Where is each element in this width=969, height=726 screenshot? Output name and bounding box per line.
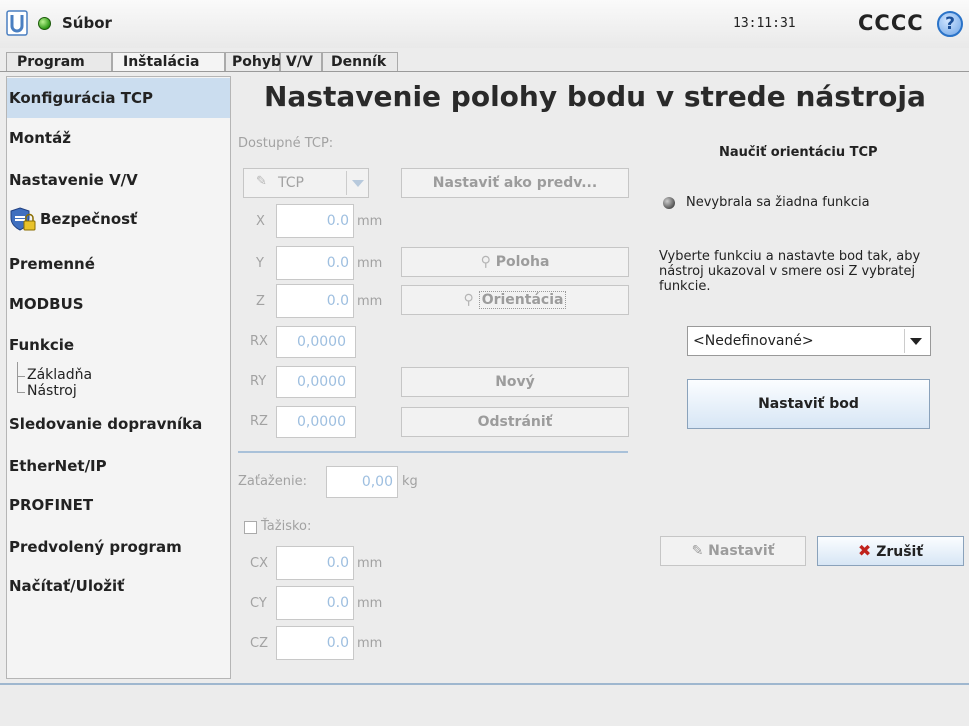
tcp-select-value: TCP <box>278 175 304 191</box>
tab-move[interactable]: Pohyb <box>225 52 281 72</box>
feature-select[interactable]: <Nedefinované> <box>687 326 931 356</box>
payload-field[interactable]: 0,00 <box>326 466 398 498</box>
cy-label: CY <box>250 596 267 611</box>
new-tcp-button[interactable]: Nový <box>401 367 629 397</box>
payload-unit: kg <box>402 474 418 489</box>
gripper-icon: ⚲ <box>480 254 491 270</box>
payload-label: Zaťaženie: <box>238 474 307 489</box>
page-title: Nastavenie polohy bodu v strede nástroja <box>264 80 926 113</box>
sidebar-item-variables[interactable]: Premenné <box>7 244 230 284</box>
x-unit: mm <box>357 214 383 229</box>
apply-button[interactable]: ✎ Nastaviť <box>660 536 806 566</box>
top-bar: Súbor 13:11:31 CCCC ? <box>0 0 969 48</box>
teach-status: Nevybrala sa žiadna funkcia <box>686 195 870 210</box>
tree-line <box>17 362 18 392</box>
pencil-icon: ✎ <box>256 174 267 189</box>
position-button[interactable]: ⚲ Poloha <box>401 247 629 277</box>
robot-status-icon[interactable] <box>38 17 51 30</box>
sidebar-item-io-setup[interactable]: Nastavenie V/V <box>7 160 230 200</box>
tcp-select[interactable]: ✎ TCP <box>243 168 369 198</box>
main-tabs: Program Inštalácia Pohyb V/V Denník <box>0 48 969 72</box>
orientation-button[interactable]: ⚲ Orientácia <box>401 285 629 315</box>
z-field[interactable]: 0.0 <box>276 284 354 318</box>
z-label: Z <box>256 294 265 309</box>
x-field[interactable]: 0.0 <box>276 204 354 238</box>
sidebar-item-profinet[interactable]: PROFINET <box>7 485 230 525</box>
teach-instructions: Vyberte funkciu a nastavte bod tak, aby … <box>659 249 921 294</box>
tcp-config-panel: Nastavenie polohy bodu v strede nástroja… <box>231 76 969 683</box>
tab-log[interactable]: Denník <box>322 52 398 72</box>
pencil-icon: ✎ <box>691 543 704 559</box>
tree-line <box>17 376 25 377</box>
apply-button-label: Nastaviť <box>708 543 775 559</box>
cy-unit: mm <box>357 596 383 611</box>
cog-checkbox[interactable] <box>244 521 257 534</box>
status-led-icon <box>663 197 675 209</box>
section-divider <box>238 451 628 453</box>
sidebar-item-features[interactable]: Funkcie <box>7 325 230 365</box>
remove-tcp-button[interactable]: Odstrániť <box>401 407 629 437</box>
rz-label: RZ <box>250 414 268 429</box>
dropdown-divider <box>904 329 905 353</box>
ry-field[interactable]: 0,0000 <box>276 366 356 398</box>
x-label: X <box>256 214 265 229</box>
y-label: Y <box>256 256 264 271</box>
sidebar-item-load-save[interactable]: Načítať/Uložiť <box>7 566 230 606</box>
robot-name: CCCC <box>858 11 924 35</box>
cx-label: CX <box>250 556 268 571</box>
cx-unit: mm <box>357 556 383 571</box>
clock: 13:11:31 <box>733 16 796 31</box>
set-point-button[interactable]: Nastaviť bod <box>687 379 930 429</box>
file-menu[interactable]: Súbor <box>62 14 112 32</box>
tabs-divider <box>0 71 969 72</box>
safety-shield-lock-icon <box>10 207 36 231</box>
orientation-button-label: Orientácia <box>478 291 567 309</box>
y-unit: mm <box>357 256 383 271</box>
cz-unit: mm <box>357 636 383 651</box>
sidebar-item-mounting[interactable]: Montáž <box>7 118 230 158</box>
footer-divider <box>0 683 969 685</box>
cz-label: CZ <box>250 636 268 651</box>
chevron-down-icon <box>910 338 922 345</box>
sidebar-subitem-base[interactable]: Základňa <box>27 367 92 383</box>
cancel-x-icon: ✖ <box>857 541 872 560</box>
cx-field[interactable]: 0.0 <box>276 546 354 580</box>
sidebar-item-tcp-configuration[interactable]: Konfigurácia TCP <box>7 78 230 118</box>
z-unit: mm <box>357 294 383 309</box>
available-tcp-label: Dostupné TCP: <box>238 136 334 151</box>
gripper-icon: ⚲ <box>463 292 474 308</box>
tree-line <box>17 392 25 393</box>
sidebar-item-modbus[interactable]: MODBUS <box>7 284 230 324</box>
tab-program[interactable]: Program <box>6 52 112 72</box>
rx-label: RX <box>250 334 268 349</box>
sidebar-item-conveyor-tracking[interactable]: Sledovanie dopravníka <box>7 404 230 444</box>
sidebar-item-default-program[interactable]: Predvolený program <box>7 527 230 567</box>
cog-label: Ťažisko: <box>261 519 312 534</box>
cancel-button[interactable]: ✖ Zrušiť <box>817 536 964 566</box>
sidebar-item-ethernet-ip[interactable]: EtherNet/IP <box>7 446 230 486</box>
chevron-down-icon <box>352 180 364 187</box>
sidebar-item-safety[interactable]: Bezpečnosť <box>7 199 230 239</box>
ry-label: RY <box>250 374 267 389</box>
set-default-button[interactable]: Nastaviť ako predv... <box>401 168 629 198</box>
rx-field[interactable]: 0,0000 <box>276 326 356 358</box>
position-button-label: Poloha <box>495 254 550 270</box>
feature-select-value: <Nedefinované> <box>693 333 814 349</box>
installation-sidebar: Konfigurácia TCP Montáž Nastavenie V/V B… <box>6 76 231 679</box>
y-field[interactable]: 0.0 <box>276 246 354 280</box>
universal-robots-logo <box>6 10 28 36</box>
teach-orientation-title: Naučiť orientáciu TCP <box>719 145 878 160</box>
help-icon[interactable]: ? <box>937 11 963 37</box>
sidebar-subitem-tool[interactable]: Nástroj <box>27 383 77 399</box>
cy-field[interactable]: 0.0 <box>276 586 354 620</box>
cz-field[interactable]: 0.0 <box>276 626 354 660</box>
rz-field[interactable]: 0,0000 <box>276 406 356 438</box>
tab-io[interactable]: V/V <box>280 52 322 72</box>
cancel-button-label: Zrušiť <box>876 544 924 560</box>
sidebar-item-safety-label: Bezpečnosť <box>40 210 138 228</box>
tab-installation[interactable]: Inštalácia <box>112 52 225 72</box>
dropdown-divider <box>346 171 347 195</box>
